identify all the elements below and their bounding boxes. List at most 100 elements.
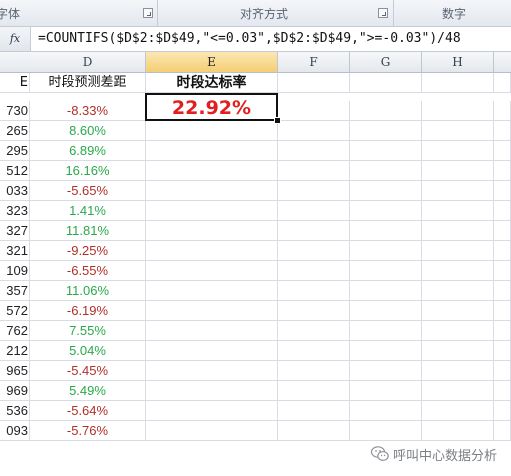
cell-f[interactable] (278, 201, 350, 221)
cell-d-value[interactable]: -9.25% (30, 241, 146, 261)
cell-next[interactable] (494, 401, 511, 421)
cell-next[interactable] (494, 301, 511, 321)
cell-next[interactable] (494, 341, 511, 361)
cell-h[interactable] (422, 381, 494, 401)
cell-e[interactable] (146, 361, 278, 381)
cell-g[interactable] (350, 161, 422, 181)
cell-partial[interactable]: 093 (0, 421, 30, 441)
column-header-d[interactable]: D (30, 52, 146, 73)
cell-e[interactable] (146, 121, 278, 141)
cell-d-value[interactable]: 16.16% (30, 161, 146, 181)
cell-next[interactable] (494, 121, 511, 141)
cell-partial[interactable]: 321 (0, 241, 30, 261)
cell-e-header[interactable]: 时段达标率 (146, 73, 278, 93)
cell-partial[interactable]: 323 (0, 201, 30, 221)
cell-partial[interactable]: 295 (0, 141, 30, 161)
cell-f[interactable] (278, 421, 350, 441)
active-cell-e2[interactable]: 22.92% (145, 93, 278, 121)
cell-e[interactable] (146, 341, 278, 361)
cell-d-value[interactable]: -5.45% (30, 361, 146, 381)
cell-d-header[interactable]: 时段预测差距 (30, 73, 146, 93)
column-header-partial[interactable] (0, 52, 31, 73)
cell-h[interactable] (422, 221, 494, 241)
cell-f[interactable] (278, 221, 350, 241)
cell-d-value[interactable]: 8.60% (30, 121, 146, 141)
cell-next[interactable] (494, 421, 511, 441)
cell-d-value[interactable]: 11.81% (30, 221, 146, 241)
cell-h[interactable] (422, 121, 494, 141)
cell-partial[interactable]: 969 (0, 381, 30, 401)
cell-partial[interactable]: 572 (0, 301, 30, 321)
cell-partial[interactable]: 536 (0, 401, 30, 421)
cell-f[interactable] (278, 181, 350, 201)
cell-d-value[interactable]: -5.65% (30, 181, 146, 201)
cell-next[interactable] (494, 141, 511, 161)
cell-g[interactable] (350, 301, 422, 321)
cell-h[interactable] (422, 101, 494, 121)
cell-f[interactable] (278, 121, 350, 141)
cell-next[interactable] (494, 361, 511, 381)
cell-partial[interactable]: 357 (0, 281, 30, 301)
cell-d-value[interactable]: 11.06% (30, 281, 146, 301)
cell-e[interactable] (146, 261, 278, 281)
cell-f[interactable] (278, 361, 350, 381)
cell-d-value[interactable]: -8.33% (30, 101, 146, 121)
cell-f[interactable] (278, 241, 350, 261)
cell-h[interactable] (422, 401, 494, 421)
cell-h[interactable] (422, 341, 494, 361)
cell-g[interactable] (350, 241, 422, 261)
cell-g[interactable] (350, 341, 422, 361)
fill-handle[interactable] (274, 117, 281, 124)
cell-g[interactable] (350, 261, 422, 281)
cell-d-value[interactable]: -6.19% (30, 301, 146, 321)
cell-e[interactable] (146, 301, 278, 321)
cell-d-value[interactable]: 7.55% (30, 321, 146, 341)
cell-next[interactable] (494, 381, 511, 401)
cell-g[interactable] (350, 381, 422, 401)
cell-g[interactable] (350, 141, 422, 161)
cell-f[interactable] (278, 161, 350, 181)
cell-h[interactable] (422, 241, 494, 261)
cell-h[interactable] (422, 281, 494, 301)
cell-partial[interactable]: 033 (0, 181, 30, 201)
cell-e[interactable] (146, 201, 278, 221)
cell-d-value[interactable]: -5.76% (30, 421, 146, 441)
cell-h[interactable] (422, 141, 494, 161)
cell-partial-header[interactable]: E (0, 73, 30, 93)
alignment-dialog-launcher-icon[interactable] (378, 8, 388, 18)
worksheet-grid[interactable]: E 时段预测差距 时段达标率 730 -8.33% 265 8.60% 295 6.89%… (0, 73, 511, 476)
cell-f[interactable] (278, 73, 350, 93)
cell-h[interactable] (422, 321, 494, 341)
cell-e[interactable] (146, 381, 278, 401)
cell-next[interactable] (494, 161, 511, 181)
cell-g[interactable] (350, 181, 422, 201)
column-header-g[interactable]: G (350, 52, 422, 73)
cell-g[interactable] (350, 221, 422, 241)
cell-d-value[interactable]: 1.41% (30, 201, 146, 221)
cell-d-value[interactable]: -5.64% (30, 401, 146, 421)
cell-next[interactable] (494, 221, 511, 241)
cell-d-value[interactable]: -6.55% (30, 261, 146, 281)
cell-h[interactable] (422, 161, 494, 181)
cell-g[interactable] (350, 421, 422, 441)
cell-f[interactable] (278, 321, 350, 341)
cell-d-value[interactable]: 5.49% (30, 381, 146, 401)
cell-h[interactable] (422, 181, 494, 201)
cell-next[interactable] (494, 73, 511, 93)
cell-next[interactable] (494, 321, 511, 341)
cell-f[interactable] (278, 141, 350, 161)
cell-e[interactable] (146, 241, 278, 261)
cell-e[interactable] (146, 281, 278, 301)
cell-next[interactable] (494, 201, 511, 221)
cell-partial[interactable]: 265 (0, 121, 30, 141)
cell-f[interactable] (278, 261, 350, 281)
cell-h[interactable] (422, 201, 494, 221)
cell-e[interactable] (146, 321, 278, 341)
cell-g[interactable] (350, 121, 422, 141)
cell-h[interactable] (422, 301, 494, 321)
formula-input[interactable]: =COUNTIFS($D$2:$D$49,"<=0.03",$D$2:$D$49… (38, 31, 461, 46)
cell-partial[interactable]: 327 (0, 221, 30, 241)
cell-g[interactable] (350, 401, 422, 421)
cell-partial[interactable]: 109 (0, 261, 30, 281)
font-dialog-launcher-icon[interactable] (143, 8, 153, 18)
